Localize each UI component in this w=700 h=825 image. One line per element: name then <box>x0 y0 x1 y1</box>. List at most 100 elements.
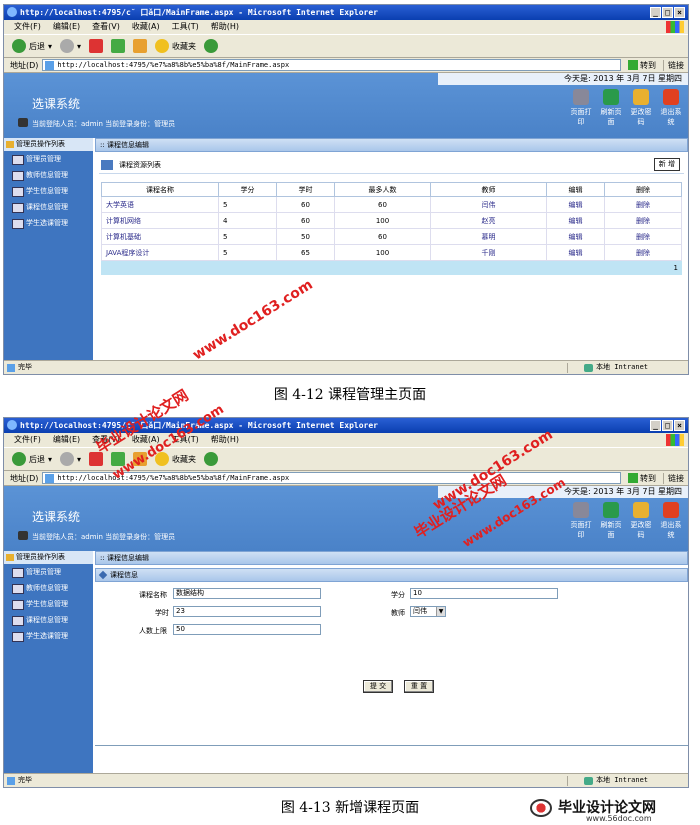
hours-cell: 50 <box>276 228 335 245</box>
menu-file[interactable]: 文件(F) <box>14 433 41 447</box>
menu-edit[interactable]: 编辑(E) <box>53 20 80 34</box>
caption-1: 图 4-12 课程管理主页面 <box>273 387 427 403</box>
add-button[interactable]: 新 增 <box>653 158 680 171</box>
reset-button[interactable]: 重 置 <box>404 680 434 693</box>
sidebar-item-course[interactable]: 课程信息管理 <box>4 612 93 628</box>
limit-input[interactable]: 50 <box>173 624 321 635</box>
go-button[interactable]: 转到 <box>625 60 659 71</box>
links-button[interactable]: 链接 <box>663 59 688 71</box>
course-name-input[interactable]: 数据结构 <box>173 588 321 599</box>
change-password-button[interactable]: 更改密码 <box>628 502 654 540</box>
hours-input[interactable]: 23 <box>173 606 321 617</box>
maximize-button[interactable]: □ <box>662 7 673 18</box>
media-icon[interactable] <box>204 39 219 53</box>
media-icon[interactable] <box>204 452 219 466</box>
home-icon[interactable] <box>133 39 148 53</box>
delete-link[interactable]: 删除 <box>604 228 682 245</box>
key-icon <box>633 502 649 518</box>
sidebar-item-teacher[interactable]: 教师信息管理 <box>4 580 93 596</box>
zone-label: 本地 Intranet <box>584 361 648 374</box>
back-button[interactable]: 后退 ▾ <box>12 452 52 466</box>
printer-icon <box>573 89 589 105</box>
col-teacher: 教师 <box>430 182 547 197</box>
sidebar-title: 管理员操作列表 <box>4 138 93 151</box>
edit-link[interactable]: 编辑 <box>546 212 605 229</box>
page-number[interactable]: 1 <box>674 264 678 272</box>
favorites-button[interactable]: 收藏夹 <box>155 39 196 53</box>
menu-file[interactable]: 文件(F) <box>14 20 41 34</box>
forward-button[interactable]: ▾ <box>60 39 81 53</box>
menu-help[interactable]: 帮助(H) <box>211 20 239 34</box>
print-page-button[interactable]: 页面打印 <box>568 502 594 540</box>
edit-link[interactable]: 编辑 <box>546 244 605 261</box>
back-button[interactable]: 后退 ▾ <box>12 39 52 53</box>
minimize-button[interactable]: _ <box>650 7 661 18</box>
back-arrow-icon <box>12 39 26 53</box>
edit-link[interactable]: 编辑 <box>546 196 605 213</box>
favorites-label: 收藏夹 <box>172 41 197 51</box>
teacher-select[interactable]: 闫伟 ▼ <box>410 606 446 617</box>
hours-label: 学时 <box>155 609 169 617</box>
sidebar-item-admin[interactable]: 管理员管理 <box>4 151 93 167</box>
edit-link[interactable]: 编辑 <box>546 228 605 245</box>
course-name-cell[interactable]: 计算机基础 <box>101 228 219 245</box>
address-input[interactable]: http://localhost:4795/%e7%a8%8b%e5%ba%8f… <box>42 59 621 71</box>
user-info: 当前登陆人员：admin 当前登录身份：管理员 <box>17 118 176 128</box>
limit-label: 人数上限 <box>139 627 167 635</box>
page-content: 今天是: 2013 年 3月 7日 星期四 选课系统 当前登陆人员：admin … <box>4 486 688 774</box>
power-icon <box>663 89 679 105</box>
submit-button[interactable]: 提 交 <box>363 680 393 693</box>
max-cell: 100 <box>334 212 431 229</box>
section-title: 课程信息编辑 <box>106 554 149 562</box>
go-arrow-icon <box>628 60 638 70</box>
star-icon <box>155 39 170 53</box>
sidebar-item-selection[interactable]: 学生选课管理 <box>4 215 93 231</box>
sidebar-item-student[interactable]: 学生信息管理 <box>4 596 93 612</box>
sidebar-item-student[interactable]: 学生信息管理 <box>4 183 93 199</box>
hours-cell: 65 <box>276 244 335 261</box>
logout-button[interactable]: 退出系统 <box>658 89 684 127</box>
menu-view[interactable]: 查看(V) <box>92 20 120 34</box>
credit-input[interactable]: 10 <box>410 588 558 599</box>
menu-favorites[interactable]: 收藏(A) <box>132 20 160 34</box>
go-button[interactable]: 转到 <box>625 473 659 484</box>
teacher-label: 教师 <box>391 609 405 617</box>
refresh-label: 刷新页面 <box>600 108 622 126</box>
change-password-button[interactable]: 更改密码 <box>628 89 654 127</box>
password-label: 更改密码 <box>630 108 652 126</box>
close-button[interactable]: × <box>674 420 685 431</box>
sidebar-item-selection[interactable]: 学生选课管理 <box>4 628 93 644</box>
menu-edit[interactable]: 编辑(E) <box>53 433 80 447</box>
delete-link[interactable]: 删除 <box>604 196 682 213</box>
menu-help[interactable]: 帮助(H) <box>211 433 239 447</box>
maximize-button[interactable]: □ <box>662 420 673 431</box>
refresh-icon[interactable] <box>111 39 126 53</box>
date-label: 今天是: 2013 年 3月 7日 星期四 <box>438 73 688 85</box>
subsection-title: 课程信息 <box>110 571 138 579</box>
teacher-cell: 闫伟 <box>430 196 547 213</box>
logout-button[interactable]: 退出系统 <box>658 502 684 540</box>
credit-cell: 4 <box>218 212 277 229</box>
sidebar-item-admin[interactable]: 管理员管理 <box>4 564 93 580</box>
links-button[interactable]: 链接 <box>663 472 688 484</box>
section-header: :: 课程信息编辑 <box>95 138 688 152</box>
delete-link[interactable]: 删除 <box>604 212 682 229</box>
stop-icon[interactable] <box>89 39 104 53</box>
sidebar-item-course[interactable]: 课程信息管理 <box>4 199 93 215</box>
forward-button[interactable]: ▾ <box>60 452 81 466</box>
print-page-button[interactable]: 页面打印 <box>568 89 594 127</box>
refresh-page-button[interactable]: 刷新页面 <box>598 89 624 127</box>
minimize-button[interactable]: _ <box>650 420 661 431</box>
menu-tools[interactable]: 工具(T) <box>172 20 199 34</box>
delete-link[interactable]: 删除 <box>604 244 682 261</box>
course-name-cell[interactable]: 大学英语 <box>101 196 219 213</box>
course-form: 课程名称 数据结构 学分 10 学时 23 教师 闫伟 ▼ 人数上限 50 提 … <box>95 582 688 702</box>
course-name-cell[interactable]: JAVA程序设计 <box>101 244 219 261</box>
max-cell: 100 <box>334 244 431 261</box>
course-name-cell[interactable]: 计算机网络 <box>101 212 219 229</box>
refresh-page-button[interactable]: 刷新页面 <box>598 502 624 540</box>
forward-arrow-icon <box>60 452 75 466</box>
sidebar-item-teacher[interactable]: 教师信息管理 <box>4 167 93 183</box>
close-button[interactable]: × <box>674 7 685 18</box>
list-header: 课程资源列表 新 增 <box>99 156 684 174</box>
